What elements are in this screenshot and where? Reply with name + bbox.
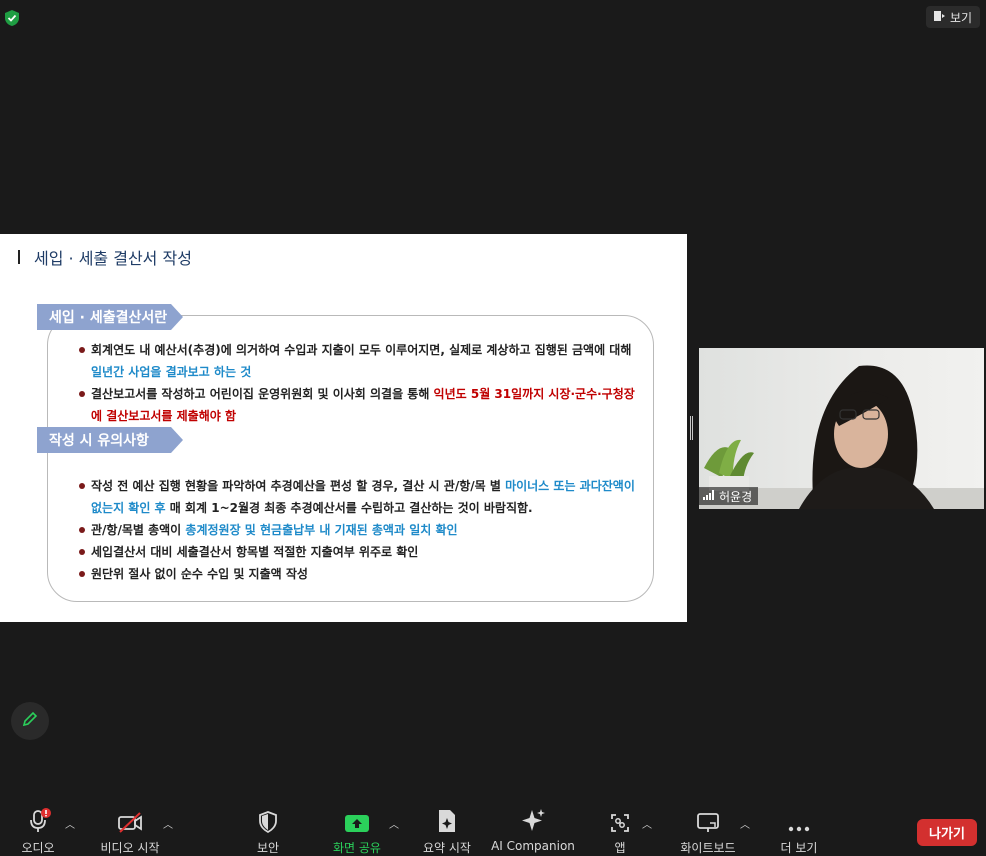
bullet-text: 결산보고서를 작성하고 어린이집 운영위원회 및 이사회 의결을 통해: [91, 387, 434, 401]
more-dots-icon: [788, 826, 810, 832]
whiteboard-icon: [697, 813, 719, 832]
security-label: 보안: [256, 841, 280, 855]
summary-doc-icon: [439, 810, 455, 832]
pencil-icon: [21, 710, 39, 732]
list-item: 작성 전 예산 집행 현황을 파악하여 추경예산을 편성 할 경우, 결산 시 …: [77, 475, 642, 519]
annotate-pencil-button[interactable]: [11, 702, 49, 740]
bullet-text: 관/항/목별 총액이: [91, 523, 186, 537]
participant-name-tag: 허윤경: [699, 487, 759, 505]
shared-screen-slide: 세입 · 세출 결산서 작성 세입 · 세출결산서란 회계연도 내 예산서(추경…: [0, 234, 687, 622]
slide-title: 세입 · 세출 결산서 작성: [18, 245, 192, 269]
share-options-chevron-icon[interactable]: ︿: [389, 816, 399, 831]
section2-tab: 작성 시 유의사항: [37, 427, 183, 453]
ai-companion-button[interactable]: AI Companion: [491, 808, 575, 853]
bullet-highlight: 총계정원장 및 현금출납부 내 기재된 총액과 일치 확인: [185, 523, 458, 537]
audio-options-chevron-icon[interactable]: ︿: [65, 816, 75, 831]
bullet-text: 작성 전 예산 집행 현황을 파악하여 추경예산을 편성 할 경우, 결산 시 …: [91, 479, 506, 493]
title-bar: [18, 250, 20, 264]
whiteboard-options-chevron-icon[interactable]: ︿: [740, 816, 750, 831]
start-video-button[interactable]: 비디오 시작: [98, 808, 162, 856]
security-button[interactable]: 보안: [254, 808, 282, 856]
start-video-label: 비디오 시작: [100, 841, 160, 855]
signal-strength-icon: [703, 489, 715, 503]
list-item: 관/항/목별 총액이 총계정원장 및 현금출납부 내 기재된 총액과 일치 확인: [77, 519, 642, 541]
start-summary-button[interactable]: 요약 시작: [420, 808, 474, 856]
section2-bullets: 작성 전 예산 집행 현황을 파악하여 추경예산을 편성 할 경우, 결산 시 …: [77, 475, 642, 585]
security-shield-icon: [259, 811, 277, 834]
video-off-icon: [118, 812, 142, 833]
view-icon: [933, 10, 946, 25]
share-screen-button[interactable]: 화면 공유: [330, 808, 384, 856]
panel-resize-handle[interactable]: [690, 416, 694, 440]
encryption-shield-icon[interactable]: [2, 8, 22, 28]
apps-button[interactable]: 앱: [608, 808, 632, 856]
bullet-text: 원단위 절사 없이 순수 수입 및 지출액 작성: [91, 567, 308, 581]
ai-companion-label: AI Companion: [491, 839, 575, 853]
start-summary-label: 요약 시작: [423, 841, 471, 855]
list-item: 회계연도 내 예산서(추경)에 의거하여 수입과 지출이 모두 이루어지면, 실…: [77, 339, 642, 383]
meeting-toolbar: 오디오 ︿ 비디오 시작 ︿ 보안 화면 공유 ︿ 요약 시작 AI Compa…: [0, 800, 986, 855]
more-label: 더 보기: [780, 841, 818, 855]
audio-button[interactable]: 오디오: [18, 808, 58, 856]
bullet-text: 매 회계 1~2월경 최종 추경예산서를 수립하고 결산하는 것이 바람직함.: [165, 501, 533, 515]
audio-label: 오디오: [21, 841, 55, 855]
more-button[interactable]: 더 보기: [779, 808, 819, 856]
bullet-text: 회계연도 내 예산서(추경)에 의거하여 수입과 지출이 모두 이루어지면, 실…: [91, 343, 632, 357]
share-screen-icon: [345, 815, 369, 832]
participant-silhouette: [699, 365, 984, 509]
slide-title-text: 세입 · 세출 결산서 작성: [34, 249, 192, 268]
list-item: 결산보고서를 작성하고 어린이집 운영위원회 및 이사회 의결을 통해 익년도 …: [77, 383, 642, 427]
whiteboard-button[interactable]: 화이트보드: [677, 808, 739, 856]
list-item: 세입결산서 대비 세출결산서 항목별 적절한 지출여부 위주로 확인: [77, 541, 642, 563]
bullet-highlight: 일년간 사업을 결과보고 하는 것: [91, 365, 252, 379]
share-screen-label: 화면 공유: [333, 841, 381, 855]
apps-icon: [611, 814, 629, 832]
section1-bullets: 회계연도 내 예산서(추경)에 의거하여 수입과 지출이 모두 이루어지면, 실…: [77, 339, 642, 427]
whiteboard-label: 화이트보드: [680, 841, 736, 855]
participant-video[interactable]: 허윤경: [699, 348, 984, 509]
view-label: 보기: [949, 10, 973, 25]
view-button[interactable]: 보기: [926, 6, 980, 28]
ai-sparkle-icon: [522, 809, 545, 831]
bullet-text: 세입결산서 대비 세출결산서 항목별 적절한 지출여부 위주로 확인: [91, 545, 419, 559]
video-options-chevron-icon[interactable]: ︿: [163, 816, 173, 831]
section1-tab: 세입 · 세출결산서란: [37, 304, 183, 330]
list-item: 원단위 절사 없이 순수 수입 및 지출액 작성: [77, 563, 642, 585]
apps-options-chevron-icon[interactable]: ︿: [642, 816, 652, 831]
microphone-icon: [30, 808, 51, 832]
participant-name: 허윤경: [719, 489, 753, 504]
apps-label: 앱: [614, 841, 626, 855]
leave-meeting-button[interactable]: 나가기: [917, 819, 977, 846]
